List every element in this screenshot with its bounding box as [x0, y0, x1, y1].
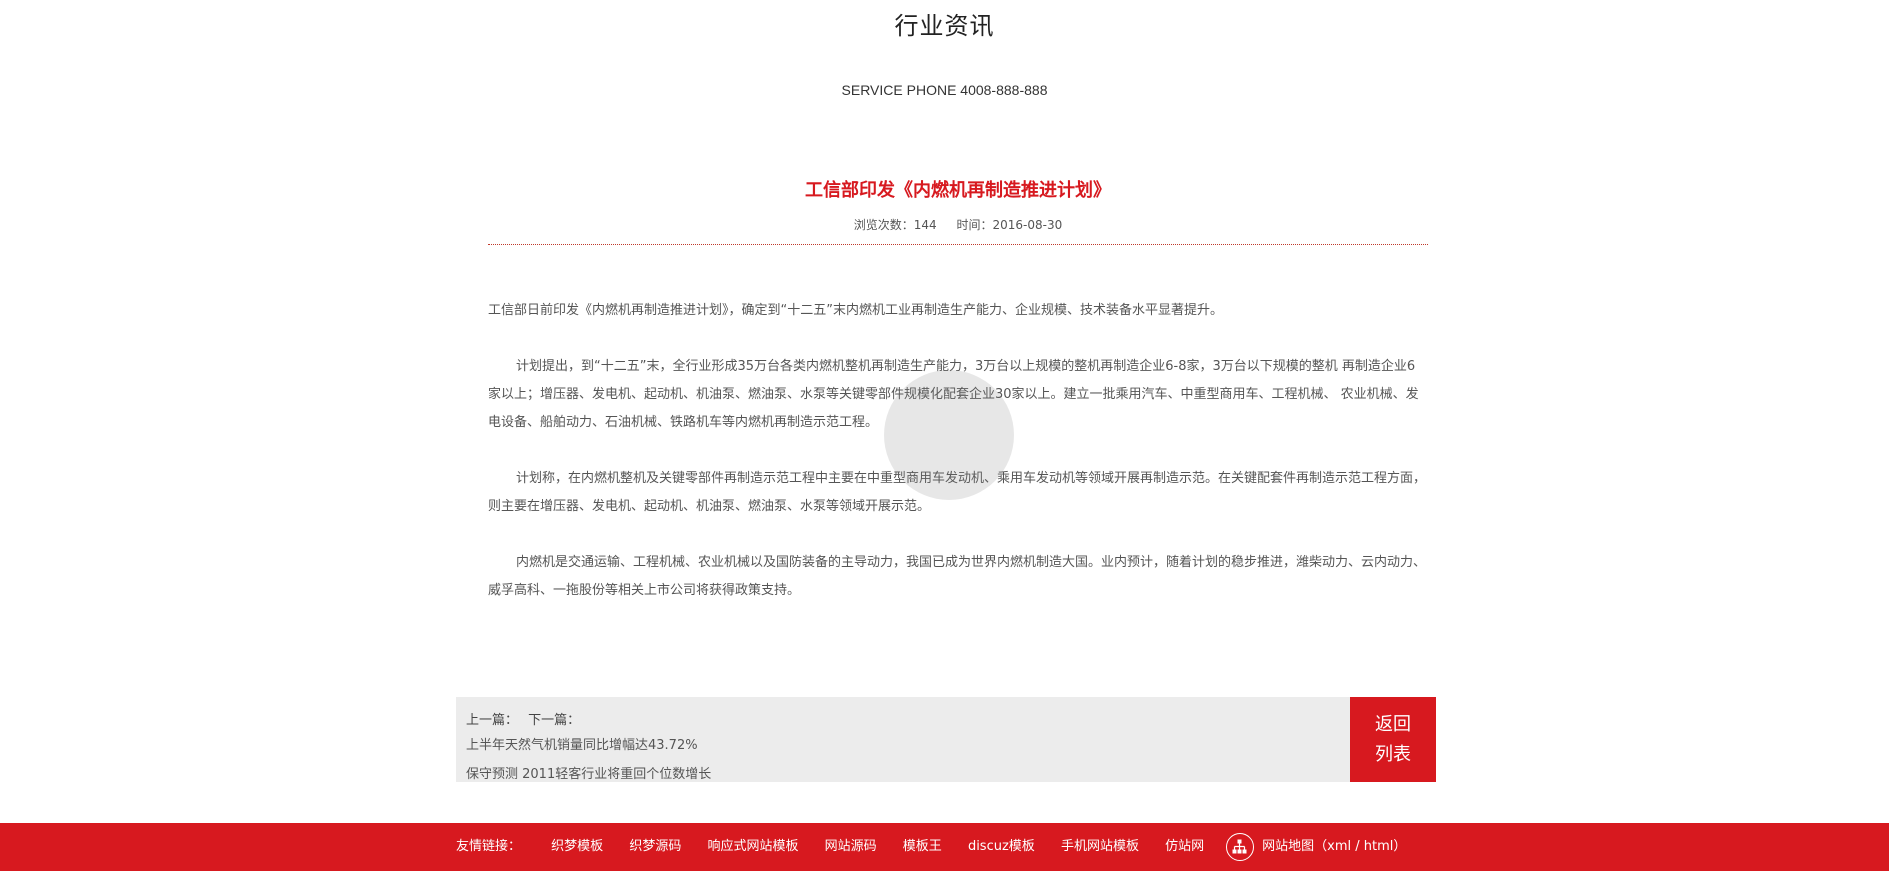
- friend-links: 友情链接： 织梦模板 织梦源码 响应式网站模板 网站源码 模板王 discuz模…: [456, 823, 1226, 871]
- sitemap-link[interactable]: 网站地图（xml / html）: [1226, 831, 1406, 863]
- footer-link[interactable]: 网站源码: [825, 839, 877, 854]
- footer: 友情链接： 织梦模板 织梦源码 响应式网站模板 网站源码 模板王 discuz模…: [0, 823, 1889, 871]
- service-phone: SERVICE PHONE 4008-888-888: [841, 82, 1048, 98]
- article-body: 工信部日前印发《内燃机再制造推进计划》，确定到“十二五”末内燃机工业再制造生产能…: [488, 297, 1428, 605]
- prev-next-panel: 上一篇： 下一篇： 上半年天然气机销量同比增幅达43.72% 保守预测 2011…: [456, 697, 1350, 782]
- page: 行业资讯 SERVICE PHONE 4008-888-888 工信部印发《内燃…: [0, 0, 1889, 871]
- publish-time: 时间：2016-08-30: [956, 218, 1063, 232]
- next-label: 下一篇：: [528, 713, 581, 728]
- view-count: 浏览次数：144: [853, 218, 937, 232]
- footer-link[interactable]: 织梦模板: [551, 839, 603, 854]
- section-title: 行业资讯: [894, 12, 995, 40]
- back-to-list-button[interactable]: 返回 列表: [1350, 697, 1436, 782]
- sitemap-label: 网站地图（xml / html）: [1262, 839, 1407, 854]
- footer-link[interactable]: 模板王: [903, 839, 942, 854]
- article: 工信部印发《内燃机再制造推进计划》 浏览次数：144 时间：2016-08-30…: [488, 178, 1428, 633]
- article-title: 工信部印发《内燃机再制造推进计划》: [805, 180, 1111, 201]
- footer-link[interactable]: 仿站网: [1165, 839, 1204, 854]
- title-divider: [488, 244, 1428, 245]
- prev-label: 上一篇：: [466, 713, 519, 728]
- prev-next-labels: 上一篇： 下一篇：: [466, 709, 586, 728]
- article-paragraph: 计划称，在内燃机整机及关键零部件再制造示范工程中主要在中重型商用车发动机、乘用车…: [488, 471, 1427, 514]
- back-button-line: 返回: [1375, 714, 1411, 735]
- article-meta: 浏览次数：144 时间：2016-08-30: [488, 216, 1428, 234]
- footer-link[interactable]: 手机网站模板: [1061, 839, 1139, 854]
- article-paragraph: 工信部日前印发《内燃机再制造推进计划》，确定到“十二五”末内燃机工业再制造生产能…: [488, 303, 1223, 318]
- related-article-link[interactable]: 保守预测 2011轻客行业将重回个位数增长: [466, 763, 711, 782]
- related-article-link[interactable]: 上半年天然气机销量同比增幅达43.72%: [466, 734, 698, 753]
- sitemap-icon: [1226, 832, 1254, 861]
- footer-link[interactable]: 织梦源码: [629, 839, 681, 854]
- friend-links-label: 友情链接：: [456, 839, 522, 854]
- article-paragraph: 计划提出，到“十二五”末，全行业形成35万台各类内燃机整机再制造生产能力，3万台…: [488, 359, 1419, 430]
- footer-link[interactable]: 响应式网站模板: [707, 839, 798, 854]
- article-paragraph: 内燃机是交通运输、工程机械、农业机械以及国防装备的主导动力，我国已成为世界内燃机…: [488, 555, 1427, 598]
- back-button-line: 列表: [1375, 744, 1411, 765]
- footer-link[interactable]: discuz模板: [968, 839, 1035, 854]
